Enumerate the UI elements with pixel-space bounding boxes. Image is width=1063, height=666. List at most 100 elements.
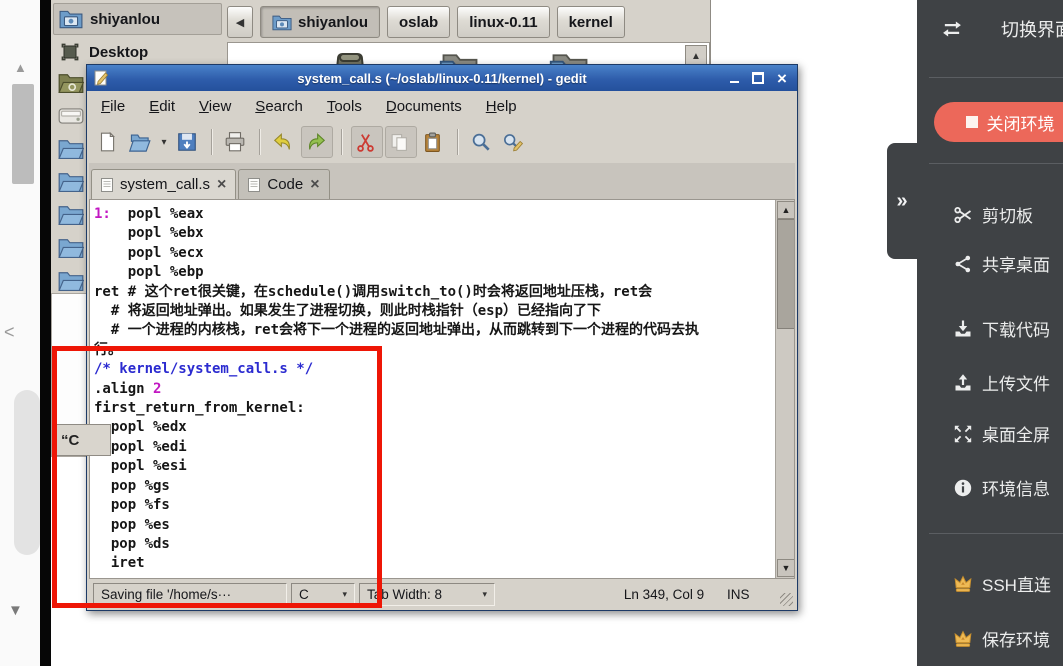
folder-icon — [58, 237, 84, 259]
code-line: ret # 这个ret很关键，在schedule()调用switch_to()时… — [94, 283, 772, 302]
panel-item-clipboard[interactable]: 剪切板 — [953, 202, 1033, 227]
open-caret-icon[interactable]: ▾ — [157, 137, 171, 148]
folder-icon — [58, 171, 84, 193]
resize-grip[interactable] — [780, 593, 793, 606]
path-button-kernel[interactable]: kernel — [557, 6, 625, 38]
panel-item-download-code[interactable]: 下载代码 — [953, 316, 1050, 341]
sidebar-item[interactable] — [58, 237, 84, 259]
panel-item-save-environment[interactable]: 保存环境 — [953, 626, 1050, 651]
replace-button[interactable] — [499, 127, 529, 157]
sidebar-item[interactable] — [58, 105, 84, 127]
panel-item-label: 剪切板 — [982, 202, 1033, 227]
menu-edit[interactable]: Edit — [137, 93, 187, 120]
find — [470, 130, 494, 154]
copy-button[interactable] — [385, 126, 417, 158]
panel-item-desktop-fullscreen[interactable]: 桌面全屏 — [953, 421, 1050, 446]
code-line: 1: popl %eax — [94, 205, 772, 224]
gedit-titlebar[interactable]: system_call.s (~/oslab/linux-0.11/kernel… — [87, 65, 797, 91]
path-button-oslab[interactable]: oslab — [387, 6, 450, 38]
panel-item-label: 下载代码 — [982, 316, 1050, 341]
minimize-button[interactable] — [727, 71, 741, 85]
drive-icon — [58, 105, 84, 127]
gedit-tabbar: system_call.s×Code× — [89, 163, 795, 200]
open-button[interactable] — [125, 127, 155, 157]
tab-close-icon[interactable]: × — [310, 177, 319, 193]
page-icon — [101, 178, 113, 192]
annotation-rectangle — [52, 346, 382, 608]
rail-scrollbar-track[interactable] — [14, 390, 40, 555]
editor-tab-Code[interactable]: Code× — [238, 169, 329, 199]
tab-close-icon[interactable]: × — [217, 177, 226, 193]
path-button-shiyanlou[interactable]: shiyanlou — [260, 6, 380, 38]
crown-icon — [953, 629, 973, 649]
sidebar-item[interactable] — [58, 204, 84, 226]
gedit-vertical-scrollbar[interactable]: ▲ ▼ — [775, 200, 794, 578]
code-line: popl %ecx — [94, 244, 772, 263]
menu-documents[interactable]: Documents — [374, 93, 474, 120]
switch-interface-button[interactable]: 切换界面 — [941, 16, 1063, 42]
stop-icon — [966, 116, 978, 128]
toolbar-separator — [341, 129, 343, 155]
page-left-rail: ▲ < ▼ — [0, 0, 40, 666]
print-button[interactable] — [221, 127, 251, 157]
sidebar-item[interactable] — [58, 171, 84, 193]
upload-icon — [953, 373, 973, 393]
redo-button[interactable] — [301, 126, 333, 158]
paste-button[interactable] — [419, 127, 449, 157]
open — [128, 130, 152, 154]
close-button[interactable]: × — [775, 71, 789, 85]
sidebar-item[interactable] — [58, 138, 84, 160]
page-icon — [248, 178, 260, 192]
new-document — [96, 130, 120, 154]
code-line: # 将返回地址弹出。如果发生了进程切换，则此时栈指针（esp）已经指向了下 — [94, 302, 772, 321]
panel-item-share-desktop[interactable]: 共享桌面 — [953, 251, 1050, 276]
panel-item-environment-info[interactable]: 环境信息 — [953, 475, 1050, 500]
rail-scrollbar-thumb[interactable] — [12, 84, 34, 184]
home-folder-icon — [59, 9, 83, 29]
cursor-position: Ln 349, Col 9 — [589, 587, 739, 602]
path-button-label: kernel — [569, 14, 613, 31]
panel-item-label: 桌面全屏 — [982, 421, 1050, 446]
panel-item-label: 环境信息 — [982, 475, 1050, 500]
close-environment-button[interactable]: 关闭环境 — [934, 102, 1063, 142]
editor-tab-system_call.s[interactable]: system_call.s × — [91, 169, 236, 199]
panel-expand-tab[interactable]: » — [887, 143, 917, 259]
folder-icon — [58, 138, 84, 160]
folder-icon — [58, 270, 84, 292]
scroll-up-icon[interactable]: ▲ — [777, 201, 795, 219]
maximize-button[interactable] — [751, 71, 765, 85]
menu-view[interactable]: View — [187, 93, 243, 120]
rail-scroll-up-icon[interactable]: ▲ — [14, 60, 27, 75]
undo-button[interactable] — [269, 127, 299, 157]
replace — [502, 130, 526, 154]
panel-item-ssh-direct[interactable]: SSH直连 — [953, 571, 1051, 596]
sidebar-item[interactable] — [58, 270, 84, 292]
menu-tools[interactable]: Tools — [315, 93, 374, 120]
menu-file[interactable]: File — [89, 93, 137, 120]
cut-button[interactable] — [351, 126, 383, 158]
new-document-button[interactable] — [93, 127, 123, 157]
scrollbar-thumb[interactable] — [777, 219, 795, 329]
scroll-down-icon[interactable]: ▼ — [777, 559, 795, 577]
path-button-label: oslab — [399, 14, 438, 31]
rail-collapse-icon[interactable]: < — [4, 322, 15, 343]
tab-label: system_call.s — [120, 176, 210, 193]
back-button[interactable]: ◀ — [227, 6, 253, 38]
save-button[interactable] — [173, 127, 203, 157]
panel-item-upload-file[interactable]: 上传文件 — [953, 370, 1050, 395]
path-bar: ◀ shiyanlou oslab linux-0.11 kernel — [227, 5, 625, 39]
crown-icon — [953, 574, 973, 594]
gedit-menubar: FileEditViewSearchToolsDocumentsHelp — [89, 91, 795, 121]
menu-help[interactable]: Help — [474, 93, 529, 120]
sidebar-item[interactable] — [58, 72, 84, 94]
panel-item-label: 保存环境 — [982, 626, 1050, 651]
sidebar-item-home[interactable]: shiyanlou — [53, 3, 222, 35]
path-button-label: shiyanlou — [298, 14, 368, 31]
menu-search[interactable]: Search — [243, 93, 315, 120]
caret-down-icon: ▾ — [482, 589, 487, 600]
rail-scroll-down-icon[interactable]: ▼ — [8, 602, 23, 619]
toolbar-separator — [259, 129, 261, 155]
path-button-linux-0.11[interactable]: linux-0.11 — [457, 6, 549, 38]
sidebar-item-desktop[interactable]: Desktop — [53, 37, 220, 67]
find-button[interactable] — [467, 127, 497, 157]
